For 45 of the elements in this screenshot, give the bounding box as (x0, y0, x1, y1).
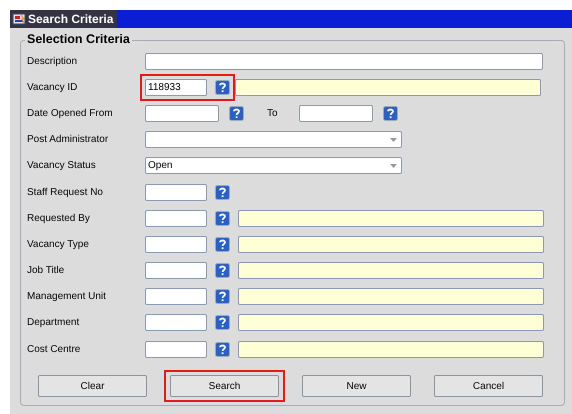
input-field[interactable] (145, 314, 207, 332)
input-field[interactable]: 118933 (145, 78, 207, 96)
caret-icon (390, 164, 397, 168)
input-field[interactable] (145, 340, 207, 358)
help-icon[interactable] (215, 315, 230, 330)
field-label: Requested By (26, 212, 91, 224)
dialog-button[interactable]: Search (170, 375, 279, 398)
field-label: To (267, 108, 279, 119)
input-field[interactable] (145, 236, 207, 253)
field-label: Staff Request No (26, 186, 104, 198)
input-field[interactable] (145, 52, 543, 70)
input-field[interactable] (145, 210, 207, 227)
help-icon[interactable] (229, 106, 244, 121)
field-label: Post Administrator (26, 134, 110, 146)
field-label: Department (26, 317, 80, 328)
app-icon (10, 10, 28, 28)
field-label: Cost Centre (26, 344, 82, 355)
dropdown[interactable]: Open (145, 157, 402, 174)
field-label: Description (26, 56, 78, 67)
dialog-button[interactable]: Clear (38, 375, 147, 398)
caret-icon (390, 138, 397, 142)
help-icon[interactable] (215, 236, 230, 252)
help-icon[interactable] (215, 263, 230, 278)
field-label: Vacancy Type (26, 238, 90, 250)
dropdown[interactable] (145, 131, 402, 148)
field-label: Job Title (26, 265, 66, 276)
date-field[interactable] (299, 104, 373, 122)
date-field[interactable] (145, 104, 219, 122)
field-label: Vacancy ID (26, 82, 78, 93)
input-field[interactable] (145, 262, 207, 280)
field-label: Management Unit (26, 291, 107, 302)
field-label: Vacancy Status (26, 160, 97, 172)
help-icon[interactable] (215, 289, 230, 304)
group-title: Selection Criteria (25, 32, 132, 46)
input-field[interactable] (145, 288, 207, 306)
help-icon[interactable] (215, 342, 230, 357)
help-icon[interactable] (215, 210, 230, 226)
dialog-button[interactable]: New (302, 375, 411, 398)
window-title: Search Criteria (28, 10, 118, 28)
dialog-button[interactable]: Cancel (434, 375, 543, 398)
help-icon[interactable] (215, 184, 230, 200)
help-icon[interactable] (215, 80, 230, 95)
field-label: Date Opened From (26, 108, 114, 119)
input-field[interactable] (145, 184, 207, 201)
help-icon[interactable] (383, 106, 398, 121)
